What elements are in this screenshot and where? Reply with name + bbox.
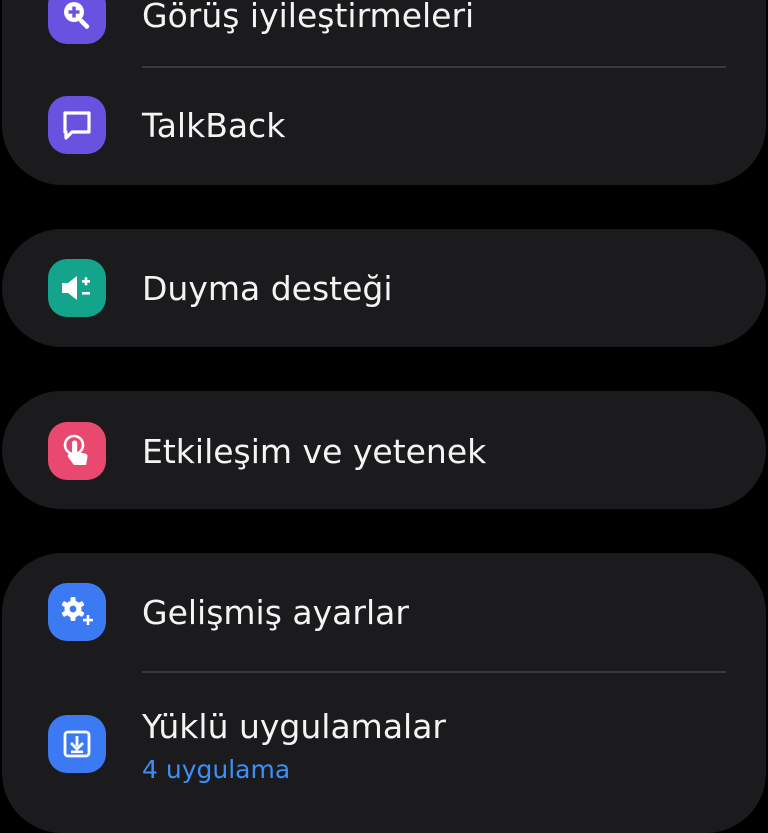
interaction-card: Etkileşim ve yetenek (2, 391, 766, 509)
installed-apps-icon-tile (48, 715, 106, 773)
settings-item-label: TalkBack (142, 106, 286, 145)
settings-item-interaction-dexterity[interactable]: Etkileşim ve yetenek (2, 391, 766, 507)
advanced-icon-tile (48, 583, 106, 641)
settings-item-talkback[interactable]: TalkBack (2, 68, 766, 184)
settings-item-sublabel: 4 uygulama (142, 755, 291, 784)
interaction-icon-tile (48, 422, 106, 480)
download-icon (63, 730, 91, 758)
advanced-card: Gelişmiş ayarlar Yüklü uygulamalar 4 uyg… (2, 553, 766, 833)
touch-hand-icon (63, 434, 88, 465)
settings-item-vision-enhancements[interactable]: Görüş iyileştirmeleri (2, 0, 766, 64)
speech-bubble-icon (63, 111, 91, 140)
magnifier-plus-icon (64, 2, 90, 29)
settings-item-advanced-settings[interactable]: Gelişmiş ayarlar (2, 553, 766, 669)
vision-card: Görüş iyileştirmeleri TalkBack (2, 0, 766, 185)
vision-icon-tile (48, 0, 106, 44)
settings-item-label: Etkileşim ve yetenek (142, 432, 487, 471)
hearing-speaker-icon (62, 276, 90, 300)
settings-item-hearing-support[interactable]: Duyma desteği (2, 229, 766, 345)
gear-plus-icon (61, 597, 93, 625)
hearing-icon-tile (48, 259, 106, 317)
talkback-icon-tile (48, 96, 106, 154)
settings-item-label: Görüş iyileştirmeleri (142, 0, 475, 35)
hearing-card: Duyma desteği (2, 229, 766, 347)
settings-item-label: Gelişmiş ayarlar (142, 593, 409, 632)
settings-item-label: Duyma desteği (142, 269, 393, 308)
settings-item-installed-apps[interactable]: Yüklü uygulamalar 4 uygulama (2, 673, 766, 833)
settings-item-label: Yüklü uygulamalar (142, 707, 446, 746)
